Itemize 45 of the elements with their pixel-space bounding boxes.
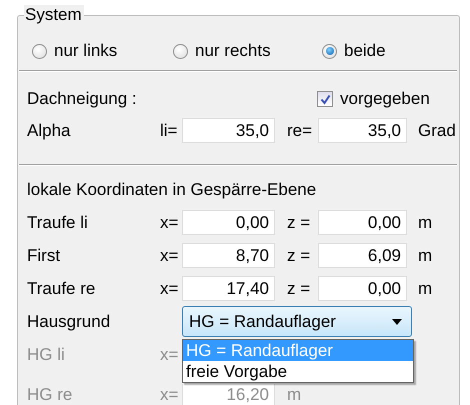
coordinate-label: x= (160, 385, 180, 405)
coordinate-label: z = (286, 278, 312, 298)
radio-label[interactable]: nur rechts (195, 41, 271, 61)
coordinate-label: li= (160, 120, 178, 140)
number-field[interactable]: 8,70 (182, 243, 275, 268)
number-field[interactable]: 35,0 (182, 118, 275, 143)
field-label: First (27, 246, 62, 266)
checkbox[interactable] (317, 91, 333, 107)
field-label: Alpha (27, 120, 72, 140)
number-field[interactable]: 17,40 (182, 276, 275, 301)
unit-label: m (417, 278, 434, 298)
radio-label[interactable]: beide (344, 41, 386, 61)
caret-icon (392, 318, 402, 324)
field-label: HG li (27, 344, 66, 364)
field-label: Traufe re (27, 278, 96, 298)
field-label: Hausgrund (27, 312, 112, 332)
radio-label[interactable]: nur links (54, 41, 118, 61)
coordinate-label: x= (160, 278, 180, 298)
coordinate-label: z = (286, 246, 312, 266)
unit-label: Grad (417, 120, 456, 140)
radio-button[interactable] (173, 44, 188, 58)
unit-label: m (417, 212, 434, 232)
radio-button[interactable] (32, 44, 47, 58)
field-label: Traufe li (27, 212, 89, 232)
unit-label: m (417, 246, 434, 266)
coordinate-label: x= (160, 212, 180, 232)
number-field[interactable]: 35,0 (318, 118, 407, 143)
number-field: 16,20 (182, 384, 275, 405)
dropdown-option[interactable]: freie Vorgabe (183, 361, 413, 382)
section-label: Dachneigung : (27, 89, 137, 109)
checkbox-label[interactable]: vorgegeben (340, 89, 430, 109)
coordinate-label: re= (286, 120, 314, 140)
number-field[interactable]: 6,09 (318, 243, 407, 268)
coordinate-label: x= (160, 344, 180, 364)
field-label: HG re (27, 385, 74, 405)
section-label: lokale Koordinaten in Gespärre-Ebene (27, 179, 318, 201)
group-title: System (24, 5, 84, 25)
number-field[interactable]: 0,00 (318, 276, 407, 301)
number-field[interactable]: 0,00 (318, 210, 407, 235)
radio-button[interactable] (322, 44, 337, 58)
checkmark-icon (320, 94, 330, 104)
coordinate-label: z = (286, 212, 312, 232)
number-field[interactable]: 0,00 (182, 210, 275, 235)
unit-label: m (286, 385, 302, 405)
coordinate-label: x= (160, 246, 180, 266)
